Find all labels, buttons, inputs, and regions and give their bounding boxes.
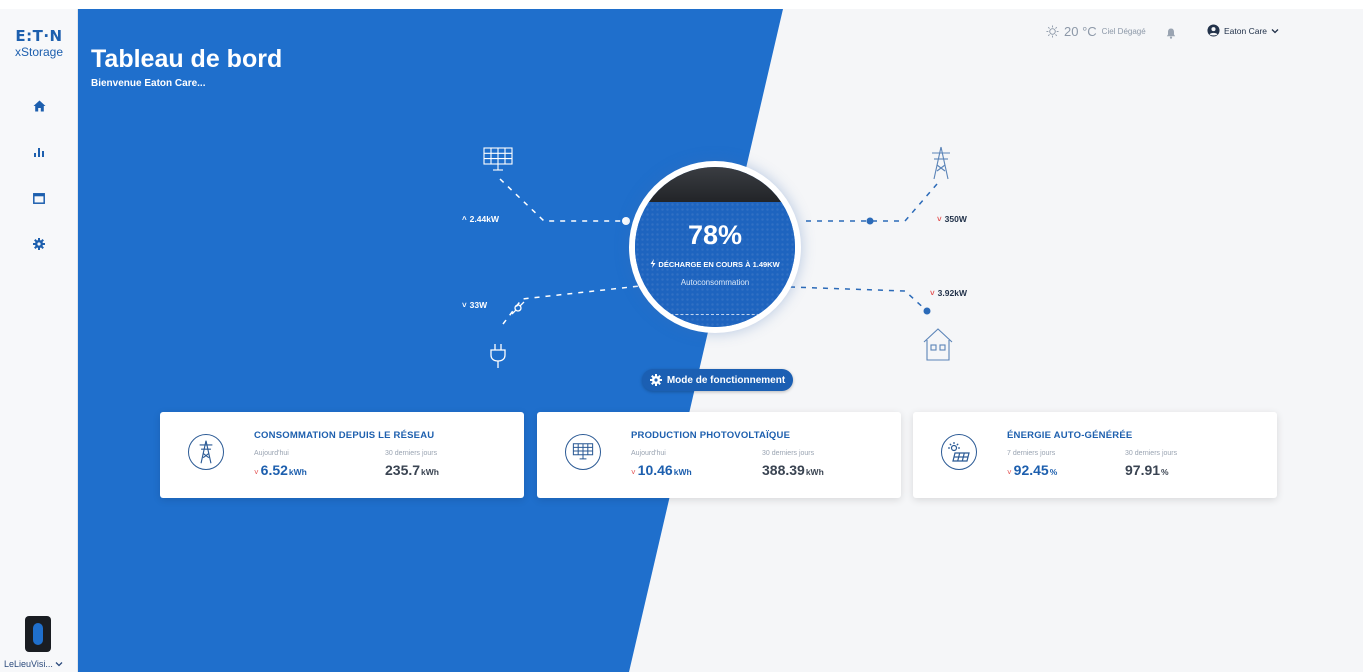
month-stat: 30 derniers jours 97.91 % (1125, 450, 1178, 478)
operating-mode-button[interactable]: Mode de fonctionnement (642, 369, 793, 391)
today-stat: Aujourd'hui ˅ 6.52 kWh (254, 450, 307, 478)
connector-icon (511, 301, 525, 315)
grid-flow-node (866, 217, 874, 225)
app-frame: E:T·N xStorage LeLieuVisi... Tableau de … (0, 9, 1363, 672)
house-flow-line (789, 286, 928, 312)
chevron-down-icon: ˅ (937, 214, 942, 224)
chevron-down-icon: ˅ (930, 288, 935, 298)
battery-status: DÉCHARGE EN COURS À 1.49KW (635, 259, 795, 269)
battery-gauge: 78% DÉCHARGE EN COURS À 1.49KW Autoconso… (629, 161, 801, 333)
grid-flow-value: ˅ 350W (937, 214, 967, 224)
chevron-down-icon: ˅ (462, 300, 467, 310)
month-stat: 30 derniers jours 235.7 kWh (385, 450, 439, 478)
gear-icon (649, 374, 662, 386)
battery-percentage: 78% (687, 220, 743, 250)
chevron-down-icon: ˅ (1007, 468, 1012, 477)
card-title: CONSOMMATION DEPUIS LE RÉSEAU (254, 430, 435, 441)
solar-panel-icon (572, 443, 594, 460)
self-generated-energy-card: ÉNERGIE AUTO-GÉNÉRÉE 7 derniers jours ˅ … (913, 412, 1277, 498)
solar-flow-line (499, 178, 625, 222)
chevron-down-icon: ˅ (631, 468, 636, 477)
week-stat: 7 derniers jours ˅ 92.45 % (1007, 450, 1058, 478)
house-flow-value: ˅ 3.92kW (930, 288, 967, 298)
card-title: ÉNERGIE AUTO-GÉNÉRÉE (1007, 430, 1133, 441)
today-stat: Aujourd'hui ˅ 10.46 kWh (631, 450, 692, 478)
chevron-down-icon: ˅ (254, 468, 259, 477)
grid-flow-line (806, 183, 938, 222)
pv-production-card: PRODUCTION PHOTOVOLTAÏQUE Aujourd'hui ˅ … (537, 412, 901, 498)
plug-icon (490, 344, 506, 368)
card-title: PRODUCTION PHOTOVOLTAÏQUE (631, 430, 791, 441)
plug-flow-value: ˅ 33W (462, 300, 488, 310)
energy-flow-lines (499, 178, 938, 325)
solar-panel-icon (483, 147, 513, 171)
operating-mode: Autoconsommation (680, 278, 750, 287)
pylon-icon (932, 146, 950, 180)
pylon-icon (199, 440, 213, 464)
grid-consumption-card: CONSOMMATION DEPUIS LE RÉSEAU Aujourd'hu… (160, 412, 524, 498)
house-flow-node (923, 307, 931, 315)
battery-empty-area (635, 167, 795, 202)
solar-flow-value: ^ 2.44kW (462, 214, 499, 224)
self-energy-icon (948, 442, 970, 462)
house-icon (923, 328, 953, 361)
solar-flow-node (622, 217, 630, 225)
month-stat: 30 derniers jours 388.39 kWh (762, 450, 824, 478)
lightning-icon (650, 259, 656, 268)
chevron-up-icon: ^ (462, 214, 467, 224)
